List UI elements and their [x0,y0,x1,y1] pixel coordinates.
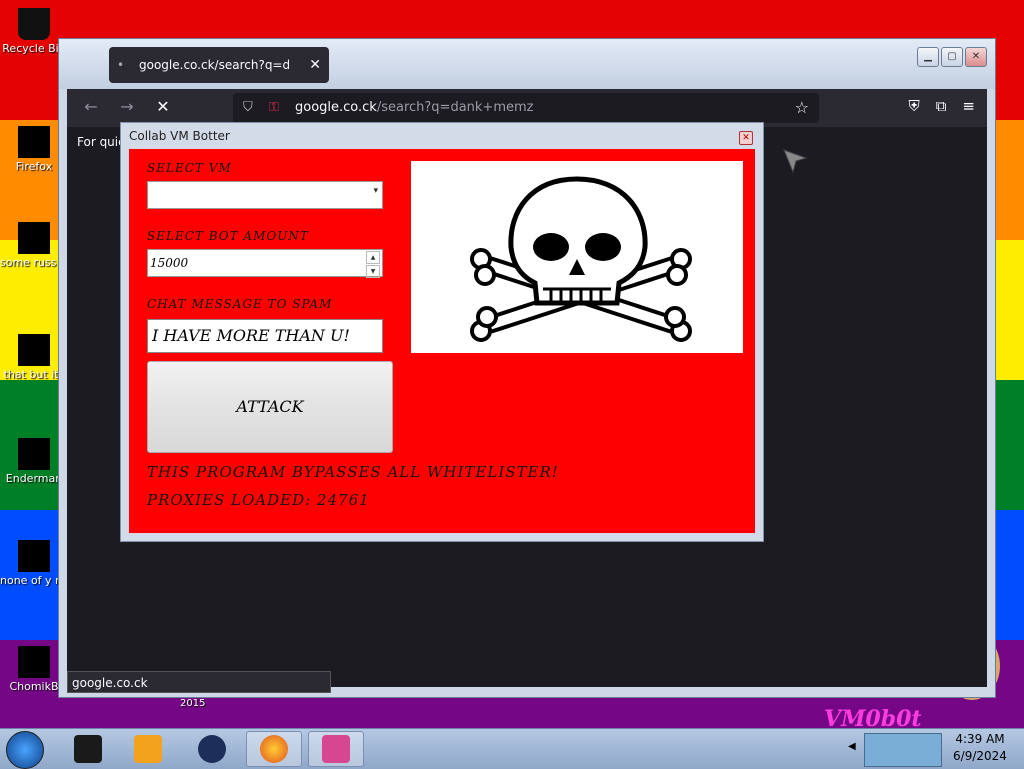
botter-dialog: Collab VM Botter ✕ SELECT VM ▾ SELECT BO… [120,122,764,542]
taskbar: ◀ 4:39 AM 6/9/2024 [0,728,1024,769]
bot-amount-stepper[interactable]: 15000 ▲ ▼ [147,249,383,278]
tab-title: google.co.ck/search?q=dank+m [139,58,289,72]
maximize-button[interactable]: ▢ [941,47,963,67]
start-button[interactable] [6,731,44,769]
tray-expand-icon[interactable]: ◀ [848,741,856,752]
bookmark-star-icon[interactable]: ☆ [795,93,809,123]
chat-message-input[interactable]: I HAVE MORE THAN U! [147,319,383,353]
folder-icon [18,334,50,366]
desktop-watermark: VM0b0t [824,706,922,728]
clock-date: 6/9/2024 [953,749,1007,763]
mouse-cursor-icon [783,149,808,174]
close-button[interactable]: ✕ [965,47,987,67]
stepper-up-button[interactable]: ▲ [366,251,380,264]
terminal-icon [18,438,50,470]
status-bar-url: google.co.ck [67,671,331,693]
shield-icon[interactable]: ⛉ [243,93,253,123]
quick-text: For quic [77,135,125,149]
extensions-icon[interactable]: ⧉ [936,97,947,115]
address-bar[interactable]: ⛉ ⚿ google.co.ck/search?q=dank+memz ☆ [233,93,819,123]
pocket-icon[interactable]: ⛨ [908,97,919,115]
select-vm-label: SELECT VM [147,161,232,175]
minimize-button[interactable]: ▁ [917,47,939,67]
select-vm-dropdown[interactable]: ▾ [147,181,383,209]
year-text: 2015 [180,698,206,709]
stepper-down-button[interactable]: ▼ [366,265,380,278]
firefox-icon [260,735,288,763]
hamster-icon [18,646,50,678]
window-controls: ▁ ▢ ✕ [917,47,987,67]
menu-icon[interactable]: ≡ [962,97,975,115]
chevron-down-icon: ▾ [373,186,378,196]
taskbar-media-player[interactable] [120,731,176,767]
tab-close-icon[interactable]: ✕ [309,47,321,83]
document-icon [18,222,50,254]
url-text: google.co.ck/search?q=dank+memz [295,93,533,123]
bot-amount-value: 15000 [150,256,189,270]
stop-loading-button[interactable]: ✕ [151,97,175,116]
tray-thumbnail[interactable] [864,733,942,767]
dialog-title: Collab VM Botter [129,129,230,143]
bypass-note: THIS PROGRAM BYPASSES ALL WHITELISTER! [147,463,559,481]
taskbar-firefox[interactable] [246,731,302,767]
system-clock[interactable]: 4:39 AM 6/9/2024 [946,731,1014,765]
tab-loading-icon: • [117,58,125,72]
dialog-body: SELECT VM ▾ SELECT BOT AMOUNT 15000 ▲ ▼ … [129,149,755,533]
chat-message-label: CHAT MESSAGE TO SPAM [147,297,333,311]
app-icon [18,540,50,572]
stepper-buttons: ▲ ▼ [366,251,380,278]
paint-icon [322,735,350,763]
toolbar-right: ⛨ ⧉ ≡ [908,97,975,115]
skull-crossbones-icon [470,176,692,342]
url-host: google.co.ck [295,100,377,115]
taskbar-cmd[interactable] [60,731,116,767]
forward-button[interactable]: → [115,97,139,116]
clock-time: 4:39 AM [955,732,1005,746]
taskbar-globe[interactable] [184,731,240,767]
dialog-close-button[interactable]: ✕ [739,131,753,145]
tab-search[interactable]: • google.co.ck/search?q=dank+m ✕ [109,47,329,83]
back-button[interactable]: ← [79,97,103,116]
proxies-loaded-text: PROXIES LOADED: 24761 [147,491,370,509]
permissions-icon[interactable]: ⚿ [269,93,279,123]
browser-globe-icon [198,735,226,763]
url-path: /search?q=dank+memz [376,100,534,115]
cmd-icon [74,735,102,763]
browser-titlebar[interactable]: • google.co.ck/search?q=dank+m ✕ ▁ ▢ ✕ [59,39,995,89]
bot-amount-label: SELECT BOT AMOUNT [147,229,309,243]
recycle-bin-icon [18,8,50,40]
media-player-icon [134,735,162,763]
firefox-icon [18,126,50,158]
taskbar-paint[interactable] [308,731,364,767]
skull-image-panel [411,161,743,353]
attack-button[interactable]: ATTACK [147,361,393,453]
